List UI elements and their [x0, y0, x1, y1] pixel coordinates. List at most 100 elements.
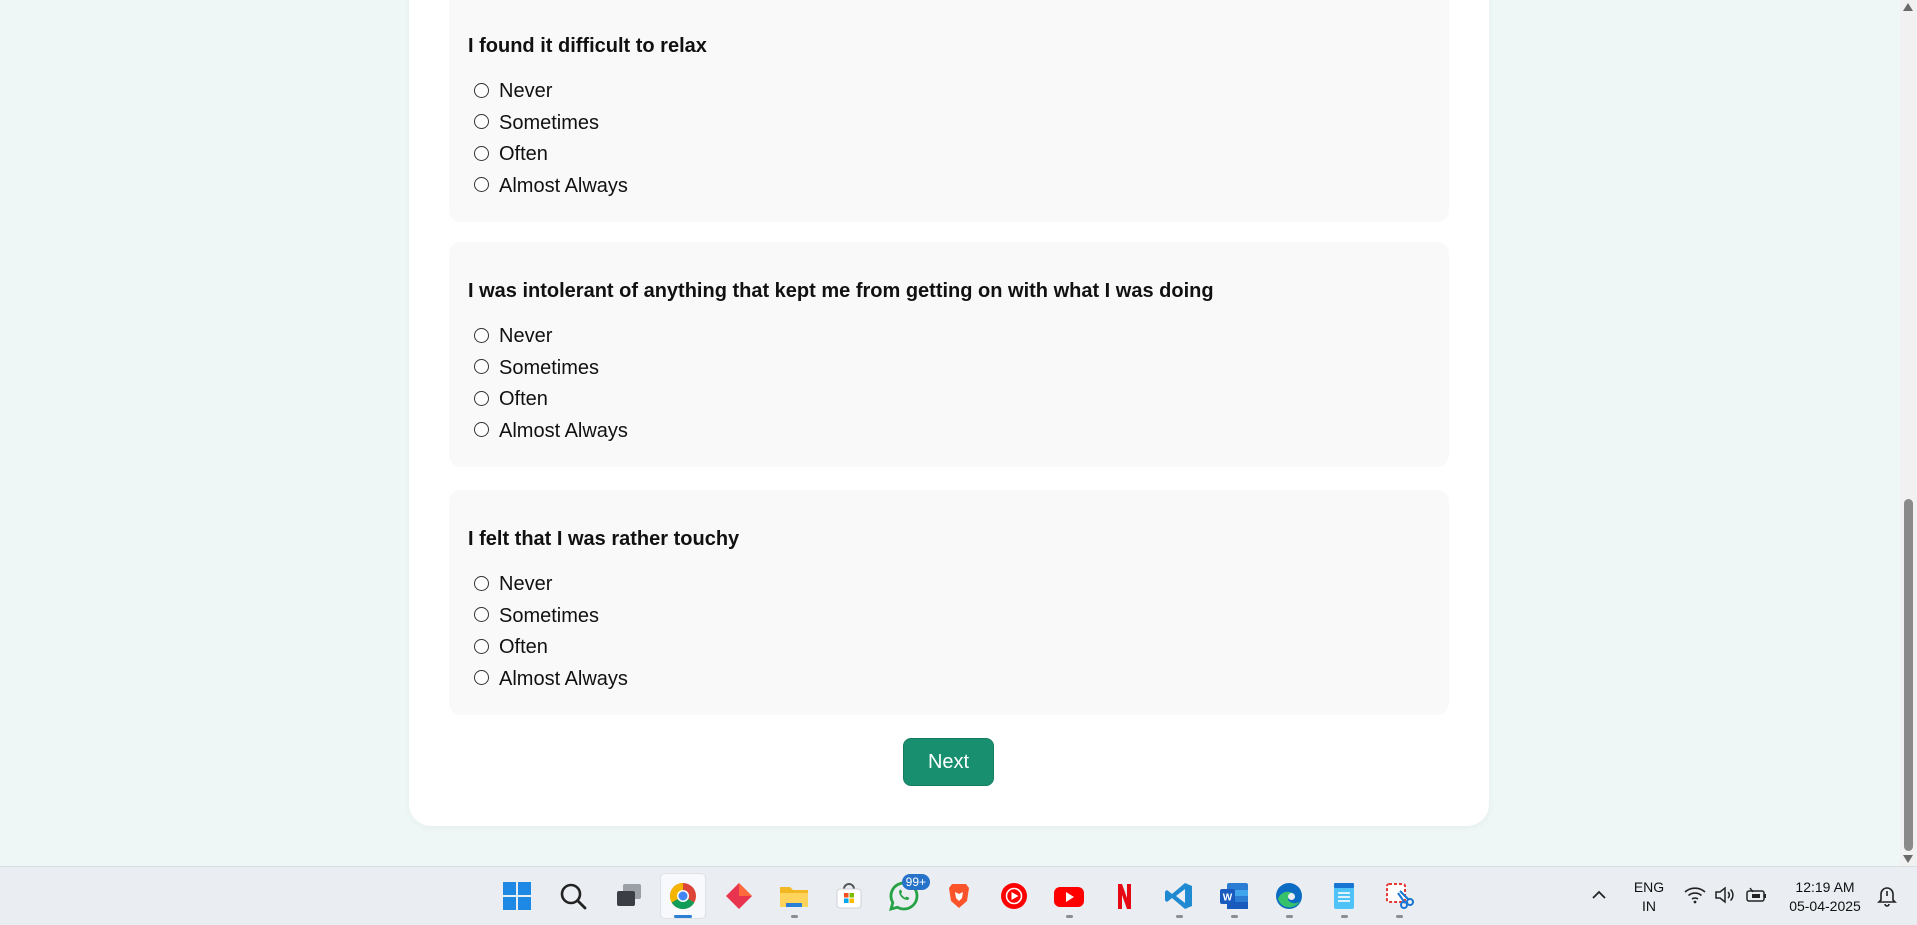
snipping-tool-icon	[1386, 883, 1414, 909]
radio-button[interactable]	[474, 638, 489, 654]
speaker-icon	[1715, 886, 1734, 904]
task-view-button[interactable]	[606, 873, 652, 919]
taskbar-app-file-explorer[interactable]	[771, 873, 817, 919]
taskbar-app-youtube[interactable]	[1046, 873, 1092, 919]
scrollbar-thumb[interactable]	[1904, 499, 1913, 851]
taskbar-app-whatsapp[interactable]: 99+	[881, 873, 930, 919]
option-often[interactable]: Often	[474, 384, 628, 416]
brave-lion-icon	[949, 884, 969, 908]
option-label: Almost Always	[499, 419, 628, 442]
option-label: Sometimes	[499, 111, 600, 134]
option-sometimes[interactable]: Sometimes	[474, 601, 628, 633]
radio-button[interactable]	[474, 390, 489, 406]
option-label: Never	[499, 573, 553, 596]
taskbar-app-snipping-tool[interactable]	[1376, 873, 1422, 919]
diamond-app-icon	[726, 883, 752, 909]
question-title: I felt that I was rather touchy	[468, 528, 740, 550]
next-button[interactable]: Next	[903, 738, 994, 786]
taskbar-app-vscode[interactable]	[1156, 873, 1202, 919]
question-card-2: I was intolerant of anything that kept m…	[449, 242, 1449, 467]
question-card-3: I felt that I was rather touchy Never So…	[449, 490, 1449, 715]
radio-button[interactable]	[474, 670, 489, 686]
radio-button[interactable]	[474, 422, 489, 438]
radio-button[interactable]	[474, 145, 489, 161]
radio-button[interactable]	[474, 327, 489, 343]
taskbar-app-notepad[interactable]	[1321, 873, 1367, 919]
radio-button[interactable]	[474, 359, 489, 375]
open-app-indicator	[1230, 915, 1238, 918]
language-indicator[interactable]: ENG IN	[1629, 878, 1669, 916]
radio-button[interactable]	[474, 82, 489, 98]
search-icon	[560, 883, 587, 910]
windows-taskbar: 99+ W ENG IN 12:19 AM 05-04-2025	[0, 866, 1917, 925]
option-label: Sometimes	[499, 604, 600, 627]
radio-button[interactable]	[474, 607, 489, 623]
bell-notification-icon	[1877, 887, 1897, 907]
question-title: I found it difficult to relax	[468, 35, 707, 57]
option-never[interactable]: Never	[474, 76, 628, 108]
taskbar-app-chrome[interactable]	[660, 873, 706, 919]
open-app-indicator	[1340, 915, 1348, 918]
region-code: IN	[1642, 898, 1656, 914]
volume-button[interactable]	[1714, 886, 1736, 909]
wifi-icon	[1684, 887, 1706, 904]
vscode-icon	[1165, 883, 1192, 909]
scroll-down-arrow-icon[interactable]	[1903, 855, 1913, 863]
option-label: Often	[499, 388, 548, 411]
option-label: Never	[499, 80, 553, 103]
youtube-music-icon	[1001, 883, 1027, 909]
clock-time: 12:19 AM	[1795, 879, 1855, 895]
answer-options: Never Sometimes Often Almost Always	[474, 321, 628, 447]
taskbar-app-edge[interactable]	[1266, 873, 1312, 919]
taskbar-app-netflix[interactable]	[1101, 873, 1147, 919]
taskbar-app-brave[interactable]	[936, 873, 982, 919]
option-sometimes[interactable]: Sometimes	[474, 353, 628, 385]
open-app-indicator	[1065, 915, 1073, 918]
notification-badge: 99+	[901, 874, 930, 890]
option-label: Sometimes	[499, 356, 600, 379]
question-card-1: I found it difficult to relax Never Some…	[449, 0, 1449, 222]
question-title: I was intolerant of anything that kept m…	[468, 280, 1214, 302]
taskbar-app-diamond[interactable]	[716, 873, 762, 919]
radio-button[interactable]	[474, 575, 489, 591]
answer-options: Never Sometimes Often Almost Always	[474, 569, 628, 695]
edge-icon	[1276, 883, 1302, 909]
start-button[interactable]	[494, 873, 540, 919]
network-button[interactable]	[1684, 886, 1706, 909]
answer-options: Never Sometimes Often Almost Always	[474, 76, 628, 202]
task-view-icon	[617, 884, 641, 906]
youtube-icon	[1054, 887, 1084, 907]
search-button[interactable]	[550, 873, 596, 919]
vertical-scrollbar[interactable]	[1900, 0, 1917, 866]
taskbar-app-store[interactable]	[826, 873, 872, 919]
option-sometimes[interactable]: Sometimes	[474, 108, 628, 140]
word-icon: W	[1220, 883, 1248, 909]
clock[interactable]: 12:19 AM 05-04-2025	[1782, 878, 1868, 916]
option-often[interactable]: Often	[474, 632, 628, 664]
clock-date: 05-04-2025	[1789, 898, 1861, 914]
battery-button[interactable]	[1744, 886, 1768, 909]
taskbar-app-youtube-music[interactable]	[991, 873, 1037, 919]
option-almost-always[interactable]: Almost Always	[474, 171, 628, 203]
option-label: Often	[499, 143, 548, 166]
language-code: ENG	[1633, 879, 1665, 895]
chrome-icon	[669, 882, 696, 910]
option-almost-always[interactable]: Almost Always	[474, 416, 628, 448]
show-hidden-icons-button[interactable]	[1591, 888, 1607, 907]
option-almost-always[interactable]: Almost Always	[474, 664, 628, 696]
windows-logo-icon	[503, 882, 531, 910]
chevron-up-icon	[1592, 890, 1606, 899]
notifications-button[interactable]	[1876, 885, 1898, 912]
option-never[interactable]: Never	[474, 321, 628, 353]
folder-icon	[780, 887, 808, 907]
scroll-up-arrow-icon[interactable]	[1903, 3, 1913, 11]
taskbar-app-word[interactable]: W	[1211, 873, 1257, 919]
option-often[interactable]: Often	[474, 139, 628, 171]
option-never[interactable]: Never	[474, 569, 628, 601]
store-bag-icon	[836, 883, 862, 909]
svg-text:W: W	[1223, 893, 1233, 904]
notepad-icon	[1334, 883, 1354, 909]
radio-button[interactable]	[474, 177, 489, 193]
radio-button[interactable]	[474, 114, 489, 130]
option-label: Almost Always	[499, 667, 628, 690]
